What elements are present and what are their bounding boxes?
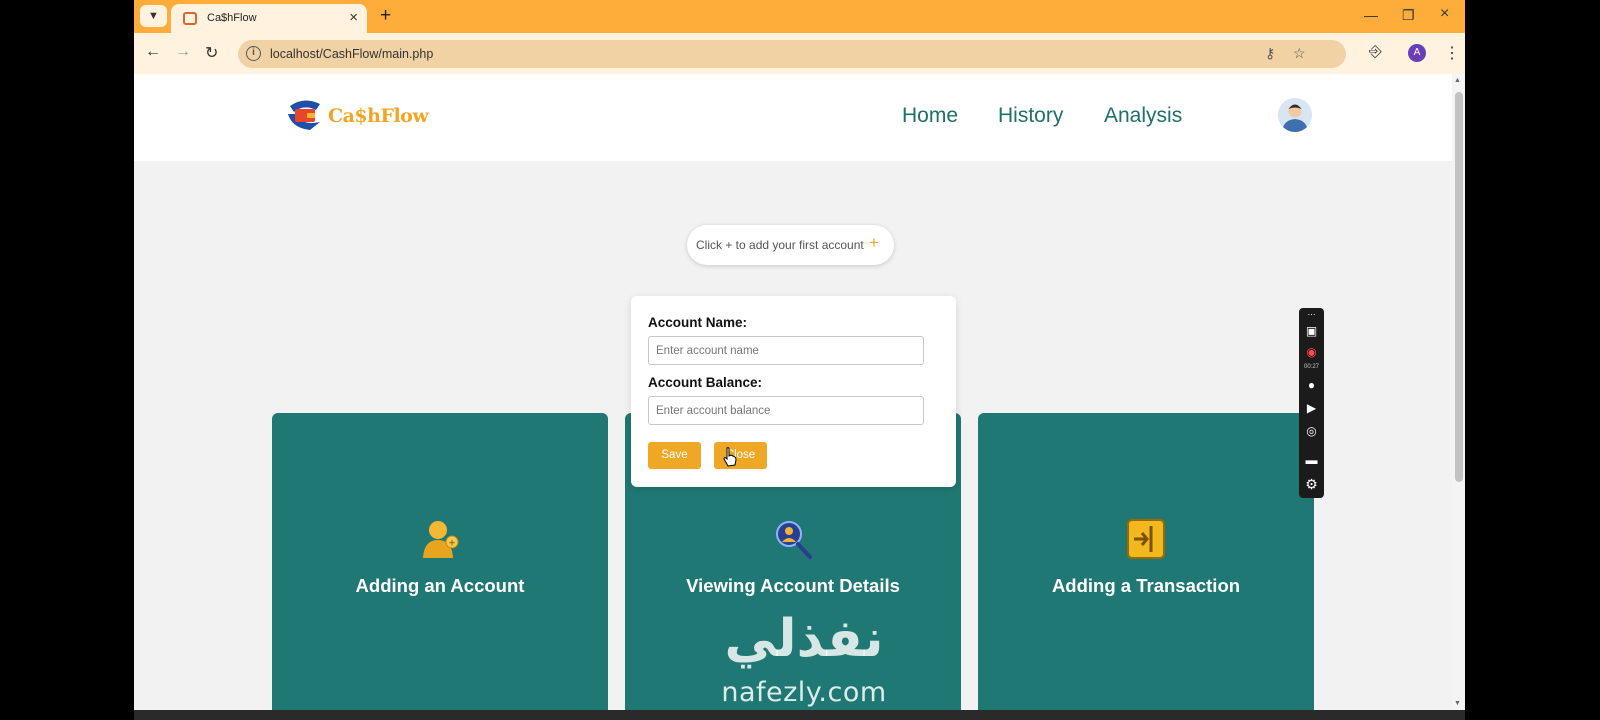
transaction-icon — [1127, 519, 1165, 559]
account-name-label: Account Name: — [648, 315, 748, 330]
page-scrollbar[interactable]: ▲ ▼ — [1452, 74, 1465, 720]
menu-dots-icon[interactable]: ⋮ — [1444, 43, 1460, 63]
nav-home[interactable]: Home — [902, 104, 958, 128]
scroll-thumb[interactable] — [1455, 92, 1463, 482]
camera-icon[interactable]: ▣ — [1299, 324, 1324, 338]
browser-window: ▼ Ca$hFlow × + — ❐ × ← → ↻ i localhost/C… — [134, 0, 1465, 720]
card-adding-transaction[interactable]: Adding a Transaction — [978, 413, 1314, 720]
address-bar[interactable]: i localhost/CashFlow/main.php ⚷ ☆ — [238, 40, 1346, 68]
settings-gear-icon[interactable]: ⚙ — [1299, 476, 1324, 493]
favicon-icon — [183, 12, 197, 25]
page-content: Ca$hFlow Home History Analysis Click + t… — [134, 74, 1452, 720]
watermark-latin: nafezly.com — [721, 677, 887, 708]
card-adding-account[interactable]: + Adding an Account — [272, 413, 608, 720]
close-window-icon[interactable]: × — [1440, 5, 1449, 23]
nav-history[interactable]: History — [998, 104, 1063, 128]
add-first-account-hint[interactable]: Click + to add your first account + — [687, 225, 894, 265]
forward-icon[interactable]: → — [175, 43, 191, 61]
account-name-input[interactable] — [648, 336, 924, 365]
add-account-modal: Account Name: Account Balance: Save Clos… — [631, 296, 956, 487]
hand-cursor-icon — [723, 447, 737, 467]
password-key-icon[interactable]: ⚷ — [1265, 45, 1275, 62]
tab-title: Ca$hFlow — [207, 12, 257, 24]
logo-mark-icon — [288, 100, 320, 130]
screen-recorder-toolbar: ⋯ ▣ ◉ 00:27 ● ▶ ◎ ▬ ⚙ — [1299, 308, 1324, 498]
hint-text: Click + to add your first account — [696, 238, 864, 252]
tab-search-icon[interactable]: ▼ — [140, 5, 167, 27]
nav-analysis[interactable]: Analysis — [1104, 104, 1182, 128]
close-button[interactable]: Close — [714, 442, 767, 469]
recorder-grip-icon[interactable]: ⋯ — [1299, 310, 1324, 319]
back-icon[interactable]: ← — [145, 43, 161, 61]
user-add-icon: + — [423, 521, 459, 558]
profile-avatar[interactable]: A — [1408, 44, 1426, 62]
new-tab-icon[interactable]: + — [380, 5, 391, 27]
bookmark-star-icon[interactable]: ☆ — [1293, 45, 1306, 62]
save-button[interactable]: Save — [648, 442, 701, 469]
reload-icon[interactable]: ↻ — [205, 43, 218, 63]
url-text: localhost/CashFlow/main.php — [270, 47, 434, 61]
magnifier-user-icon — [776, 521, 812, 559]
scroll-up-icon[interactable]: ▲ — [1454, 77, 1461, 84]
scroll-down-icon[interactable]: ▼ — [1454, 700, 1461, 707]
logo-text: Ca$hFlow — [328, 105, 429, 127]
user-avatar[interactable] — [1278, 98, 1312, 132]
card-title: Viewing Account Details — [686, 575, 900, 596]
restore-icon[interactable]: ❐ — [1402, 7, 1415, 24]
browser-tab[interactable]: Ca$hFlow × — [171, 4, 367, 33]
webcam-icon[interactable]: ◎ — [1299, 424, 1324, 438]
recording-time: 00:27 — [1303, 364, 1319, 370]
add-plus-icon[interactable]: + — [869, 233, 879, 253]
browser-toolbar: ← → ↻ i localhost/CashFlow/main.php ⚷ ☆ … — [134, 33, 1465, 74]
minimize-icon[interactable]: — — [1364, 7, 1378, 23]
account-balance-input[interactable] — [648, 396, 924, 425]
speaker-icon[interactable]: ▶ — [1299, 401, 1324, 415]
screen-icon[interactable]: ▬ — [1299, 453, 1324, 467]
card-title: Adding an Account — [355, 575, 525, 596]
card-title: Adding a Transaction — [1051, 575, 1241, 596]
tab-close-icon[interactable]: × — [349, 9, 358, 26]
record-icon[interactable]: ◉ — [1299, 345, 1324, 359]
site-header: Ca$hFlow Home History Analysis — [134, 74, 1452, 161]
extensions-icon[interactable]: ⎆ — [1369, 43, 1382, 61]
user-avatar-icon — [1278, 98, 1312, 132]
site-info-icon[interactable]: i — [246, 46, 261, 61]
logo[interactable]: Ca$hFlow — [286, 98, 429, 134]
microphone-icon[interactable]: ● — [1299, 378, 1324, 392]
tab-strip: ▼ Ca$hFlow × + — ❐ × — [134, 0, 1465, 33]
account-balance-label: Account Balance: — [648, 375, 763, 390]
taskbar-strip — [134, 710, 1465, 720]
svg-text:+: + — [448, 539, 456, 549]
watermark-arabic: نفذلي — [724, 609, 884, 669]
